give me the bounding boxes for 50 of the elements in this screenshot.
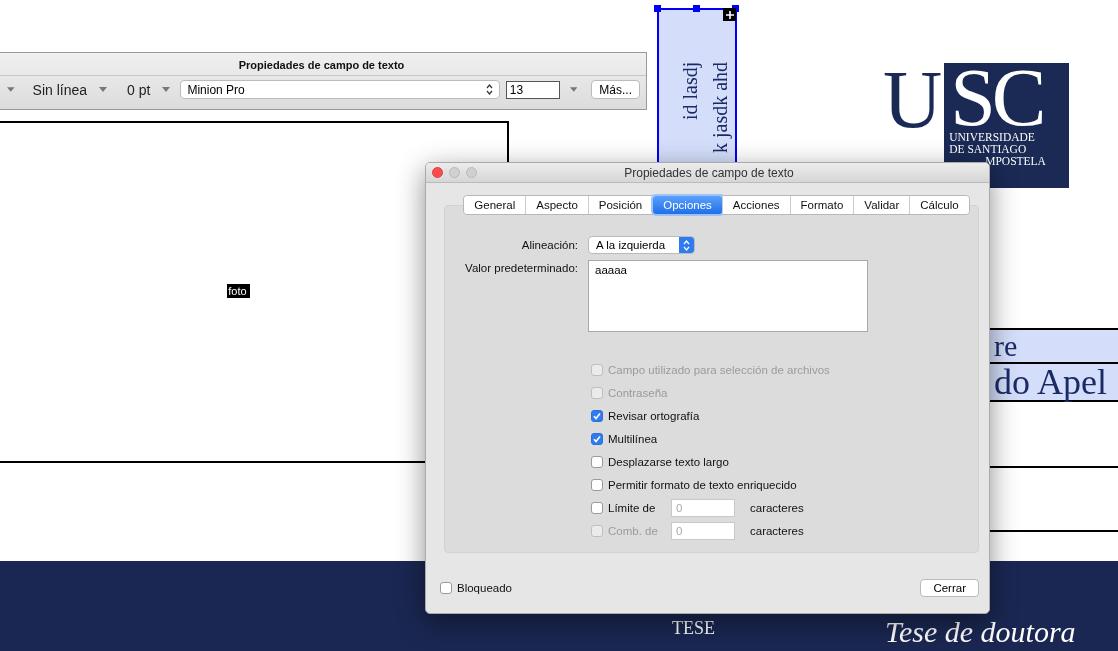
field-label: Alineación: xyxy=(520,239,578,251)
more-button[interactable]: Más... xyxy=(591,80,640,99)
checkbox[interactable] xyxy=(591,502,603,514)
resize-handle[interactable] xyxy=(693,5,700,12)
checkbox-label[interactable]: Límite de xyxy=(608,502,666,514)
checkbox-label[interactable]: Revisar ortografía xyxy=(608,410,700,422)
checkbox-label[interactable]: Bloqueado xyxy=(457,582,512,594)
stepper-icon xyxy=(683,239,690,251)
plus-icon[interactable] xyxy=(723,8,736,21)
checkbox-label[interactable]: Multilínea xyxy=(608,433,658,445)
checkbox[interactable] xyxy=(591,456,603,468)
caret-icon[interactable] xyxy=(569,87,578,92)
caret-icon[interactable] xyxy=(7,87,15,92)
logo-text: DE SANTIAGO xyxy=(949,143,1028,155)
checkbox[interactable] xyxy=(440,582,452,594)
field-text: id lasdj xyxy=(678,62,703,123)
close-button[interactable]: Cerrar xyxy=(920,579,979,597)
checkbox-label[interactable]: Permitir formato de texto enriquecido xyxy=(608,479,797,491)
logo-letters: SC xyxy=(950,65,1044,131)
stepper-icon xyxy=(485,84,493,95)
number-field[interactable]: 0 xyxy=(671,499,735,517)
checkbox[interactable] xyxy=(591,479,603,491)
checkbox[interactable] xyxy=(591,433,603,445)
line-width-dropdown[interactable]: 0 pt xyxy=(123,81,175,98)
unit-label: caracteres xyxy=(750,525,804,537)
unit-label: caracteres xyxy=(750,502,804,514)
logo-text: UNIVERSIDADE xyxy=(949,131,1036,143)
footer-label: TESE xyxy=(672,617,715,639)
font-dropdown[interactable]: Minion Pro xyxy=(180,80,500,99)
logo-letter: U xyxy=(883,67,943,133)
caret-icon xyxy=(162,87,171,92)
font-size-field[interactable]: 13 xyxy=(505,80,560,99)
tab[interactable]: Acciones xyxy=(722,196,791,214)
logo-text: MPOSTELA xyxy=(984,155,1047,167)
minimize-window-button[interactable] xyxy=(449,167,460,178)
footer-title: Tese de doutora xyxy=(885,615,1076,649)
close-window-button[interactable] xyxy=(432,167,443,178)
alignment-dropdown[interactable]: A la izquierda xyxy=(588,236,695,254)
panel-title: Propiedades de campo de texto xyxy=(0,53,646,76)
caret-icon xyxy=(99,87,108,92)
checkbox-label[interactable]: Desplazarse texto largo xyxy=(608,456,729,468)
tab[interactable]: General xyxy=(464,196,527,214)
tab[interactable]: Opciones xyxy=(653,196,723,214)
default-value-field[interactable]: aaaaa xyxy=(588,260,868,332)
zoom-window-button[interactable] xyxy=(466,167,477,178)
resize-handle[interactable] xyxy=(654,5,661,12)
checkbox[interactable] xyxy=(591,410,603,422)
line-style-dropdown[interactable]: Sin línea xyxy=(28,81,112,98)
field-text: k jasdk ahd xyxy=(708,62,733,156)
field-label: foto xyxy=(227,284,250,298)
